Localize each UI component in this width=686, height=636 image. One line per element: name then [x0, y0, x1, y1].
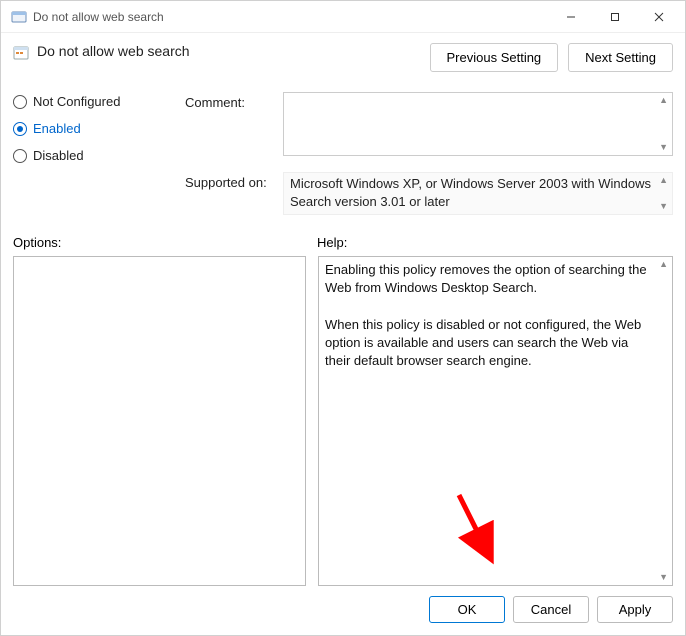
help-text-p2: When this policy is disabled or not conf…	[325, 316, 654, 371]
close-button[interactable]	[637, 2, 681, 32]
apply-button[interactable]: Apply	[597, 596, 673, 623]
app-icon	[11, 9, 27, 25]
ok-button[interactable]: OK	[429, 596, 505, 623]
help-label: Help:	[317, 235, 347, 250]
radio-not-configured[interactable]: Not Configured	[13, 94, 173, 109]
radio-disabled[interactable]: Disabled	[13, 148, 173, 163]
radio-icon	[13, 95, 27, 109]
radio-label: Disabled	[33, 148, 84, 163]
radio-label: Enabled	[33, 121, 81, 136]
scroll-down-icon[interactable]: ▼	[659, 143, 668, 152]
maximize-button[interactable]	[593, 2, 637, 32]
minimize-button[interactable]	[549, 2, 593, 32]
help-text-p1: Enabling this policy removes the option …	[325, 261, 654, 297]
scroll-down-icon[interactable]: ▼	[659, 573, 668, 582]
comment-label: Comment:	[185, 92, 275, 110]
supported-on-value: Microsoft Windows XP, or Windows Server …	[290, 176, 651, 209]
radio-icon	[13, 122, 27, 136]
window-title: Do not allow web search	[33, 10, 549, 24]
previous-setting-button[interactable]: Previous Setting	[430, 43, 559, 72]
help-panel: Enabling this policy removes the option …	[318, 256, 673, 586]
annotation-arrow	[449, 487, 499, 567]
titlebar: Do not allow web search	[1, 1, 685, 33]
footer: OK Cancel Apply	[1, 586, 685, 635]
cancel-button[interactable]: Cancel	[513, 596, 589, 623]
scroll-up-icon[interactable]: ▲	[659, 96, 668, 105]
supported-on-value-box: Microsoft Windows XP, or Windows Server …	[283, 172, 673, 215]
state-radio-group: Not Configured Enabled Disabled	[13, 92, 173, 215]
options-panel	[13, 256, 306, 586]
scroll-up-icon[interactable]: ▲	[659, 176, 668, 185]
dialog-window: Do not allow web search Do not allow web…	[0, 0, 686, 636]
scroll-down-icon[interactable]: ▼	[659, 202, 668, 211]
radio-enabled[interactable]: Enabled	[13, 121, 173, 136]
supported-on-label: Supported on:	[185, 172, 275, 190]
policy-title: Do not allow web search	[37, 43, 190, 59]
header: Do not allow web search Previous Setting…	[1, 33, 685, 72]
options-label: Options:	[13, 235, 317, 250]
radio-icon	[13, 149, 27, 163]
scroll-up-icon[interactable]: ▲	[659, 260, 668, 269]
radio-label: Not Configured	[33, 94, 120, 109]
policy-icon	[13, 45, 29, 61]
next-setting-button[interactable]: Next Setting	[568, 43, 673, 72]
comment-input[interactable]: ▲ ▼	[283, 92, 673, 156]
